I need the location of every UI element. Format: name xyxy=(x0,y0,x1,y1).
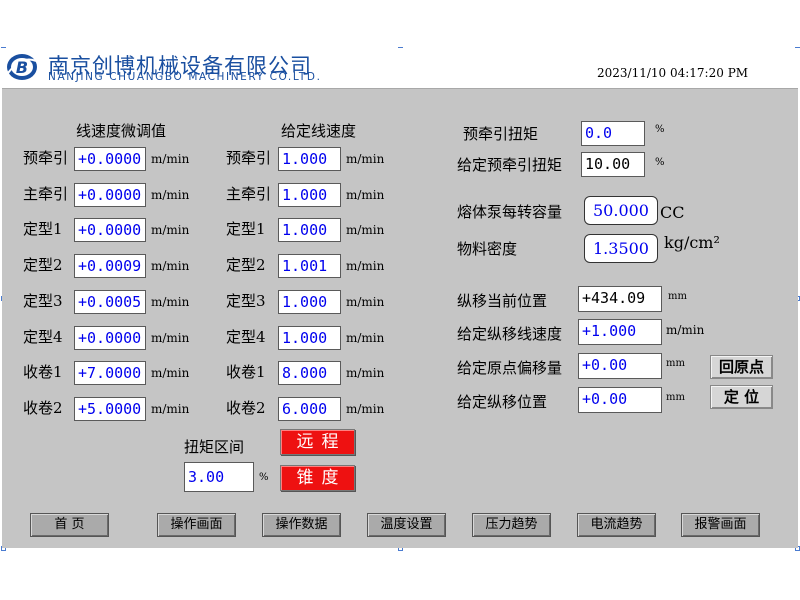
speed-row-label: 主牵引 xyxy=(23,185,69,203)
position-button[interactable]: 定 位 xyxy=(710,385,773,409)
speed-setpoint-unit: m/min xyxy=(346,295,385,309)
speed-setpoint-unit: m/min xyxy=(346,402,385,416)
nav-operation-data-button[interactable]: 操作数据 xyxy=(262,513,341,537)
pre-torque-unit: % xyxy=(655,124,665,135)
speed-setpoint-unit: m/min xyxy=(346,331,385,345)
long-position-unit: mm xyxy=(668,291,687,302)
torque-zone-input[interactable]: 3.00 xyxy=(184,462,254,492)
nav-home-button[interactable]: 首 页 xyxy=(30,513,109,537)
logo-letter: B xyxy=(16,58,28,77)
speed-trim-unit: m/min xyxy=(151,366,190,380)
datetime-display: 2023/11/10 04:17:20 PM xyxy=(597,66,749,80)
speed-trim-unit: m/min xyxy=(151,295,190,309)
speed-row-label: 定型2 xyxy=(23,256,63,274)
long-speed-label: 给定纵移线速度 xyxy=(457,325,563,343)
speed-trim-unit: m/min xyxy=(151,259,190,273)
speed-trim-input[interactable]: +0.0009 xyxy=(74,254,146,278)
speed-setpoint-unit: m/min xyxy=(346,223,385,237)
speed-trim-input[interactable]: +0.0005 xyxy=(74,290,146,314)
speed-trim-input[interactable]: +7.0000 xyxy=(74,361,146,385)
speed-setpoint-input[interactable]: 1.000 xyxy=(278,147,341,171)
origin-offset-unit: mm xyxy=(666,358,685,369)
nav-operation-screen-button[interactable]: 操作画面 xyxy=(157,513,236,537)
pre-torque-label: 预牵引扭矩 xyxy=(463,125,539,143)
home-button[interactable]: 回原点 xyxy=(710,355,773,379)
density-input[interactable]: 1.3500 xyxy=(584,234,658,263)
set-long-position-input[interactable]: +0.00 xyxy=(578,387,662,413)
nav-temperature-settings-button[interactable]: 温度设置 xyxy=(367,513,446,537)
speed-setpoint-input[interactable]: 1.000 xyxy=(278,326,341,350)
pump-capacity-input[interactable]: 50.000 xyxy=(584,196,658,225)
taper-button[interactable]: 锥度 xyxy=(280,465,355,491)
origin-offset-input[interactable]: +0.00 xyxy=(578,353,662,379)
set-long-position-label: 给定纵移位置 xyxy=(457,393,548,411)
speed-setpoint-input[interactable]: 8.000 xyxy=(278,361,341,385)
speed-row-label-2: 定型4 xyxy=(226,328,266,346)
speed-trim-input[interactable]: +0.0000 xyxy=(74,218,146,242)
speed-trim-unit: m/min xyxy=(151,402,190,416)
speed-row-label-2: 收卷1 xyxy=(226,363,266,381)
nav-alarm-screen-button[interactable]: 报警画面 xyxy=(681,513,760,537)
speed-trim-input[interactable]: +5.0000 xyxy=(74,397,146,421)
speed-row-label-2: 定型2 xyxy=(226,256,266,274)
nav-current-trend-button[interactable]: 电流趋势 xyxy=(577,513,656,537)
speed-trim-unit: m/min xyxy=(151,223,190,237)
density-unit: kg/cm² xyxy=(664,233,720,252)
pre-torque-value: 0.0 xyxy=(581,121,645,146)
speed-row-label: 定型1 xyxy=(23,220,63,238)
speed-setpoint-input[interactable]: 1.000 xyxy=(278,290,341,314)
trim-column-title: 线速度微调值 xyxy=(76,122,167,140)
speed-row-label: 定型4 xyxy=(23,328,63,346)
speed-trim-unit: m/min xyxy=(151,188,190,202)
long-position-label: 纵移当前位置 xyxy=(457,292,548,310)
speed-setpoint-unit: m/min xyxy=(346,188,385,202)
long-position-value: +434.09 xyxy=(578,286,662,312)
speed-setpoint-unit: m/min xyxy=(346,366,385,380)
company-logo-icon: B xyxy=(7,54,37,80)
speed-row-label: 预牵引 xyxy=(23,149,69,167)
speed-row-label-2: 定型3 xyxy=(226,292,266,310)
set-pre-torque-input[interactable]: 10.00 xyxy=(581,152,645,177)
set-pre-torque-unit: % xyxy=(655,157,665,168)
long-speed-unit: m/min xyxy=(666,323,705,337)
speed-trim-unit: m/min xyxy=(151,331,190,345)
speed-setpoint-input[interactable]: 6.000 xyxy=(278,397,341,421)
torque-zone-unit: % xyxy=(259,472,269,483)
speed-row-label-2: 预牵引 xyxy=(226,149,272,167)
pump-capacity-unit: CC xyxy=(660,203,685,222)
nav-pressure-trend-button[interactable]: 压力趋势 xyxy=(472,513,551,537)
speed-setpoint-input[interactable]: 1.000 xyxy=(278,218,341,242)
speed-row-label-2: 主牵引 xyxy=(226,185,272,203)
company-name-en: NANJING CHUANGBO MACHINERY CO.LTD. xyxy=(48,71,322,83)
speed-trim-input[interactable]: +0.0000 xyxy=(74,183,146,207)
speed-row-label-2: 定型1 xyxy=(226,220,266,238)
speed-row-label: 定型3 xyxy=(23,292,63,310)
remote-button[interactable]: 远程 xyxy=(280,429,355,455)
setpoint-column-title: 给定线速度 xyxy=(281,122,357,140)
speed-row-label: 收卷1 xyxy=(23,363,63,381)
long-speed-input[interactable]: +1.000 xyxy=(578,319,662,345)
speed-row-label-2: 收卷2 xyxy=(226,399,266,417)
speed-setpoint-input[interactable]: 1.000 xyxy=(278,183,341,207)
set-long-position-unit: mm xyxy=(666,392,685,403)
density-label: 物料密度 xyxy=(457,240,518,258)
torque-zone-label: 扭矩区间 xyxy=(184,438,245,456)
speed-setpoint-unit: m/min xyxy=(346,152,385,166)
speed-row-label: 收卷2 xyxy=(23,399,63,417)
speed-trim-unit: m/min xyxy=(151,152,190,166)
speed-trim-input[interactable]: +0.0000 xyxy=(74,326,146,350)
origin-offset-label: 给定原点偏移量 xyxy=(457,359,563,377)
set-pre-torque-label: 给定预牵引扭矩 xyxy=(457,156,563,174)
speed-setpoint-input[interactable]: 1.001 xyxy=(278,254,341,278)
speed-trim-input[interactable]: +0.0000 xyxy=(74,147,146,171)
speed-setpoint-unit: m/min xyxy=(346,259,385,273)
pump-capacity-label: 熔体泵每转容量 xyxy=(457,203,563,221)
